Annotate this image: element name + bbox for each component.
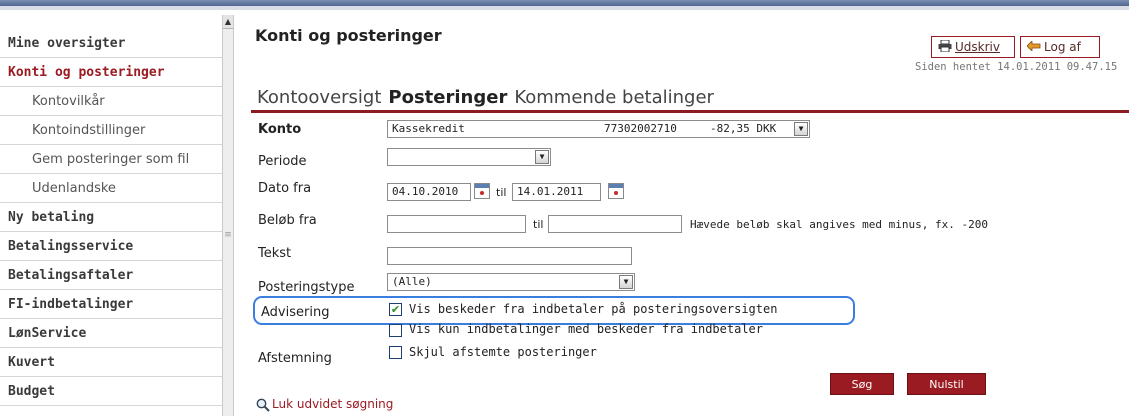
page-fetched-timestamp: Siden hentet 14.01.2011 09.47.15 — [915, 61, 1118, 73]
tab-kommende-betalinger[interactable]: Kommende betalinger — [514, 87, 714, 108]
dato-til-field[interactable]: 14.01.2011 — [512, 183, 601, 201]
vis-kun-checkbox[interactable] — [389, 324, 402, 337]
tab-bar: Kontooversigt Posteringer Kommende betalin… — [257, 87, 721, 108]
reset-button[interactable]: Nulstil — [907, 373, 986, 395]
advisering-label: Advisering — [261, 305, 330, 320]
tab-posteringer[interactable]: Posteringer — [388, 87, 507, 108]
konto-label: Konto — [258, 122, 302, 137]
sidebar-item-mine-oversigter[interactable]: Mine oversigter — [0, 29, 222, 58]
belob-til-label: til — [533, 218, 544, 231]
sidebar-subitem-gem-posteringer[interactable]: Gem posteringer som fil — [0, 145, 222, 174]
dato-fra-label: Dato fra — [258, 181, 312, 196]
magnifier-icon — [256, 398, 270, 412]
tab-underline-divider — [251, 110, 1129, 113]
vis-kun-label: Vis kun indbetalinger med beskeder fra i… — [409, 322, 764, 336]
dato-fra-field[interactable]: 04.10.2010 — [387, 183, 471, 201]
skjul-afstemte-checkbox[interactable] — [389, 346, 402, 359]
sidebar: Mine oversigter Konti og posteringer Kon… — [0, 29, 222, 416]
calendar-icon[interactable] — [608, 183, 624, 199]
calendar-icon[interactable] — [474, 183, 490, 199]
tekst-label: Tekst — [258, 246, 292, 261]
posteringstype-select[interactable]: (Alle) ▼ — [387, 273, 635, 291]
close-extended-search-label: Luk udvidet søgning — [272, 397, 394, 411]
page-title: Konti og posteringer — [255, 26, 442, 45]
sidebar-subitem-udenlandske[interactable]: Udenlandske — [0, 174, 222, 203]
posteringstype-label: Posteringstype — [258, 280, 355, 295]
logout-button[interactable]: Log af — [1020, 36, 1100, 58]
belob-hint: Hævede beløb skal angives med minus, fx.… — [690, 218, 989, 231]
close-extended-search-link[interactable]: Luk udvidet søgning — [256, 397, 393, 412]
konto-select[interactable]: Kassekredit 77302002710 -82,35 DKK ▼ — [387, 120, 810, 138]
scroll-up-arrow-icon[interactable]: ▲ — [223, 15, 233, 29]
belob-fra-label: Beløb fra — [258, 213, 317, 228]
sidebar-subitem-kontoindstillinger[interactable]: Kontoindstillinger — [0, 116, 222, 145]
search-button[interactable]: Søg — [830, 373, 894, 395]
chevron-down-icon[interactable]: ▼ — [535, 150, 549, 164]
window-top-line — [0, 6, 1129, 10]
posteringstype-value: (Alle) — [392, 275, 432, 288]
dato-til-label: til — [496, 186, 507, 199]
konto-amount: -82,35 DKK — [710, 122, 777, 135]
scroll-grip-icon[interactable]: ≡ — [224, 227, 232, 243]
konto-name: Kassekredit — [392, 122, 465, 135]
belob-til-field[interactable] — [548, 215, 682, 233]
sidebar-scrollbar[interactable]: ▲ ≡ — [222, 15, 234, 416]
tekst-field[interactable] — [387, 247, 632, 265]
vis-beskeder-checkbox[interactable]: ✔ — [389, 303, 402, 316]
periode-select[interactable]: ▼ — [387, 148, 551, 166]
belob-fra-field[interactable] — [387, 215, 526, 233]
periode-label: Periode — [258, 154, 307, 169]
sidebar-item-ny-betaling[interactable]: Ny betaling — [0, 203, 222, 232]
sidebar-item-betalingsservice[interactable]: Betalingsservice — [0, 232, 222, 261]
sidebar-item-kuvert[interactable]: Kuvert — [0, 348, 222, 377]
chevron-down-icon[interactable]: ▼ — [619, 275, 633, 289]
printer-icon — [938, 39, 952, 53]
sidebar-item-konti-og-posteringer[interactable]: Konti og posteringer — [0, 58, 222, 87]
chevron-down-icon[interactable]: ▼ — [794, 122, 808, 136]
vis-beskeder-label: Vis beskeder fra indbetaler på postering… — [409, 302, 778, 316]
logout-arrow-icon — [1026, 40, 1041, 52]
tab-kontooversigt[interactable]: Kontooversigt — [257, 87, 381, 108]
logout-label: Log af — [1044, 40, 1081, 54]
sidebar-item-budget[interactable]: Budget — [0, 377, 222, 406]
skjul-afstemte-label: Skjul afstemte posteringer — [409, 345, 597, 359]
main-content: Konti og posteringer Udskriv Log af Side… — [245, 14, 1129, 416]
sidebar-item-lonservice[interactable]: LønService — [0, 319, 222, 348]
afstemning-label: Afstemning — [258, 351, 332, 366]
print-label: Udskriv — [955, 40, 1000, 54]
print-button[interactable]: Udskriv — [931, 36, 1015, 58]
konto-number: 77302002710 — [604, 122, 677, 135]
sidebar-item-fi-indbetalinger[interactable]: FI-indbetalinger — [0, 290, 222, 319]
sidebar-subitem-kontovilkar[interactable]: Kontovilkår — [0, 87, 222, 116]
sidebar-item-betalingsaftaler[interactable]: Betalingsaftaler — [0, 261, 222, 290]
